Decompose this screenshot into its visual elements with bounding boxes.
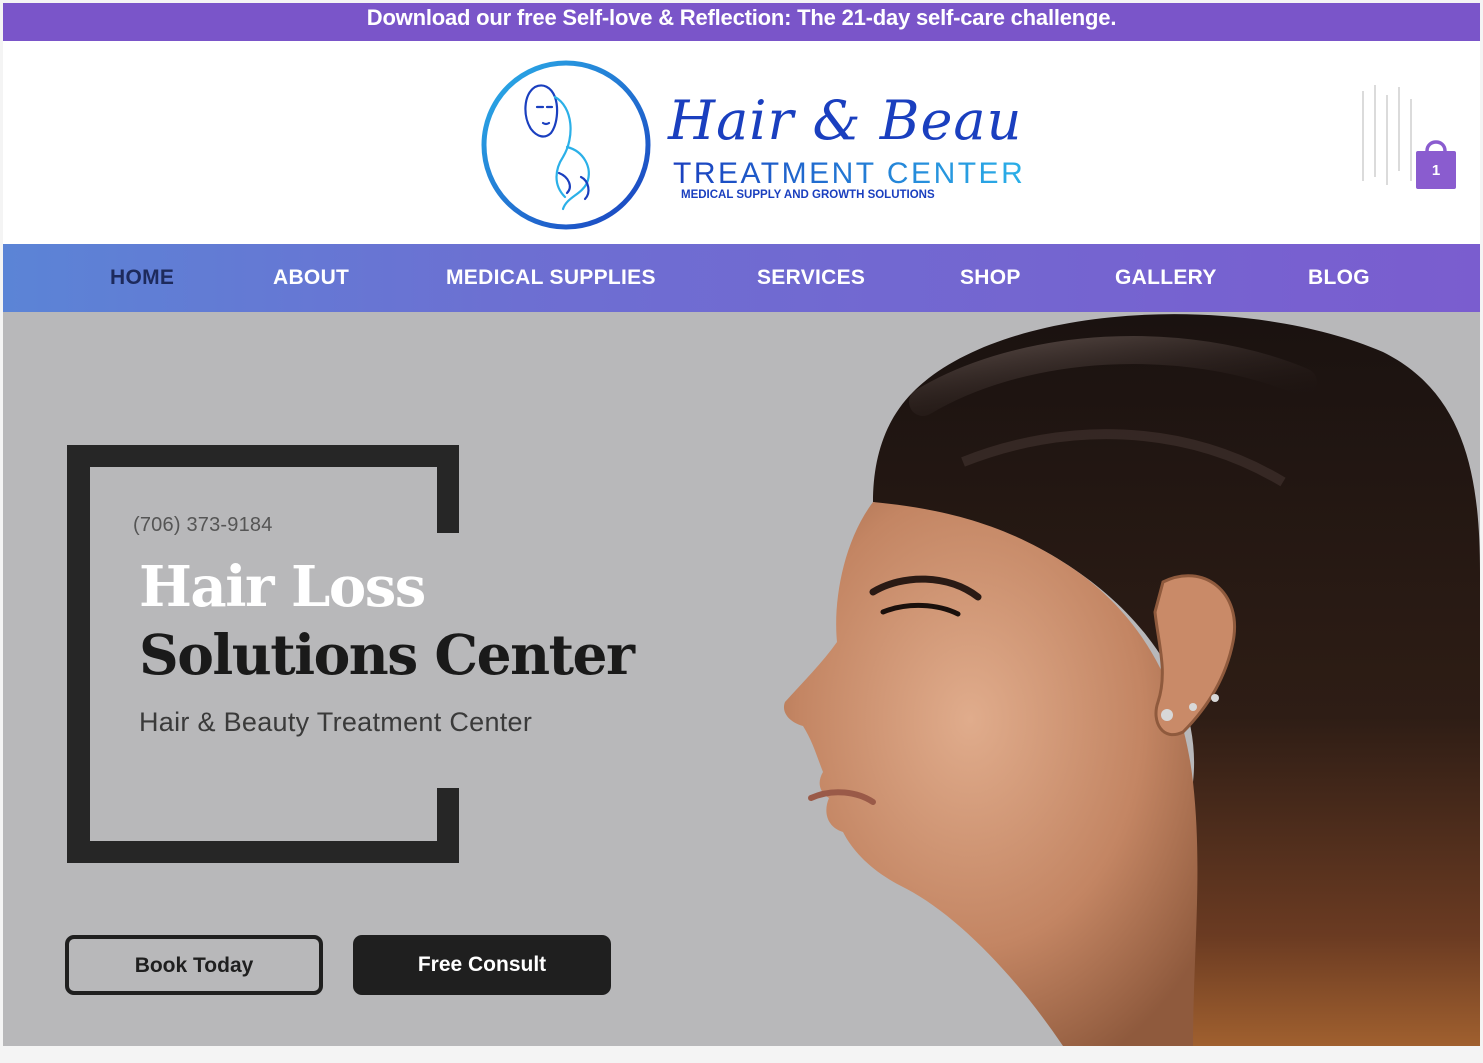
logo-script-text: Hair & Beauty	[667, 89, 1023, 152]
hero-subtitle: Hair & Beauty Treatment Center	[139, 707, 533, 737]
hero-title-line2: Solutions Center	[139, 622, 635, 687]
hero-title-line1: Hair Loss	[139, 554, 426, 620]
free-consult-button[interactable]: Free Consult	[353, 935, 611, 995]
frame-bracket	[67, 445, 90, 863]
promo-banner[interactable]: Download our free Self-love & Reflection…	[3, 3, 1480, 41]
book-today-button[interactable]: Book Today	[65, 935, 323, 995]
nav-item-medical-supplies[interactable]: MEDICAL SUPPLIES	[446, 244, 656, 312]
cart-count: 1	[1431, 162, 1441, 179]
cart-button[interactable]: 1	[1413, 133, 1459, 191]
nav-item-shop[interactable]: SHOP	[960, 244, 1021, 312]
site-header: Hair & Beauty TREATMENT CENTER MEDICAL S…	[3, 41, 1480, 244]
hero-portrait-image	[783, 314, 1480, 1046]
face-emblem-icon	[524, 84, 590, 211]
hero-section: (706) 373-9184 Hair Loss Solutions Cente…	[3, 312, 1480, 1046]
logo-main-text: TREATMENT CENTER	[673, 157, 1023, 190]
nav-item-about[interactable]: ABOUT	[273, 244, 349, 312]
brand-logo[interactable]: Hair & Beauty TREATMENT CENTER MEDICAL S…	[463, 47, 1023, 241]
logo-tagline-text: MEDICAL SUPPLY AND GROWTH SOLUTIONS	[681, 189, 935, 201]
earring-icon	[1161, 709, 1173, 721]
nav-item-services[interactable]: SERVICES	[757, 244, 865, 312]
phone-number[interactable]: (706) 373-9184	[133, 514, 273, 537]
main-nav: HOME ABOUT MEDICAL SUPPLIES SERVICES SHO…	[3, 244, 1480, 312]
frame-bracket	[67, 841, 459, 863]
nav-item-home[interactable]: HOME	[110, 244, 174, 312]
nav-item-blog[interactable]: BLOG	[1308, 244, 1370, 312]
page-frame: Download our free Self-love & Reflection…	[3, 3, 1480, 1046]
frame-bracket	[437, 445, 459, 533]
frame-bracket	[67, 445, 459, 467]
nav-item-gallery[interactable]: GALLERY	[1115, 244, 1217, 312]
frame-bracket	[437, 788, 459, 863]
